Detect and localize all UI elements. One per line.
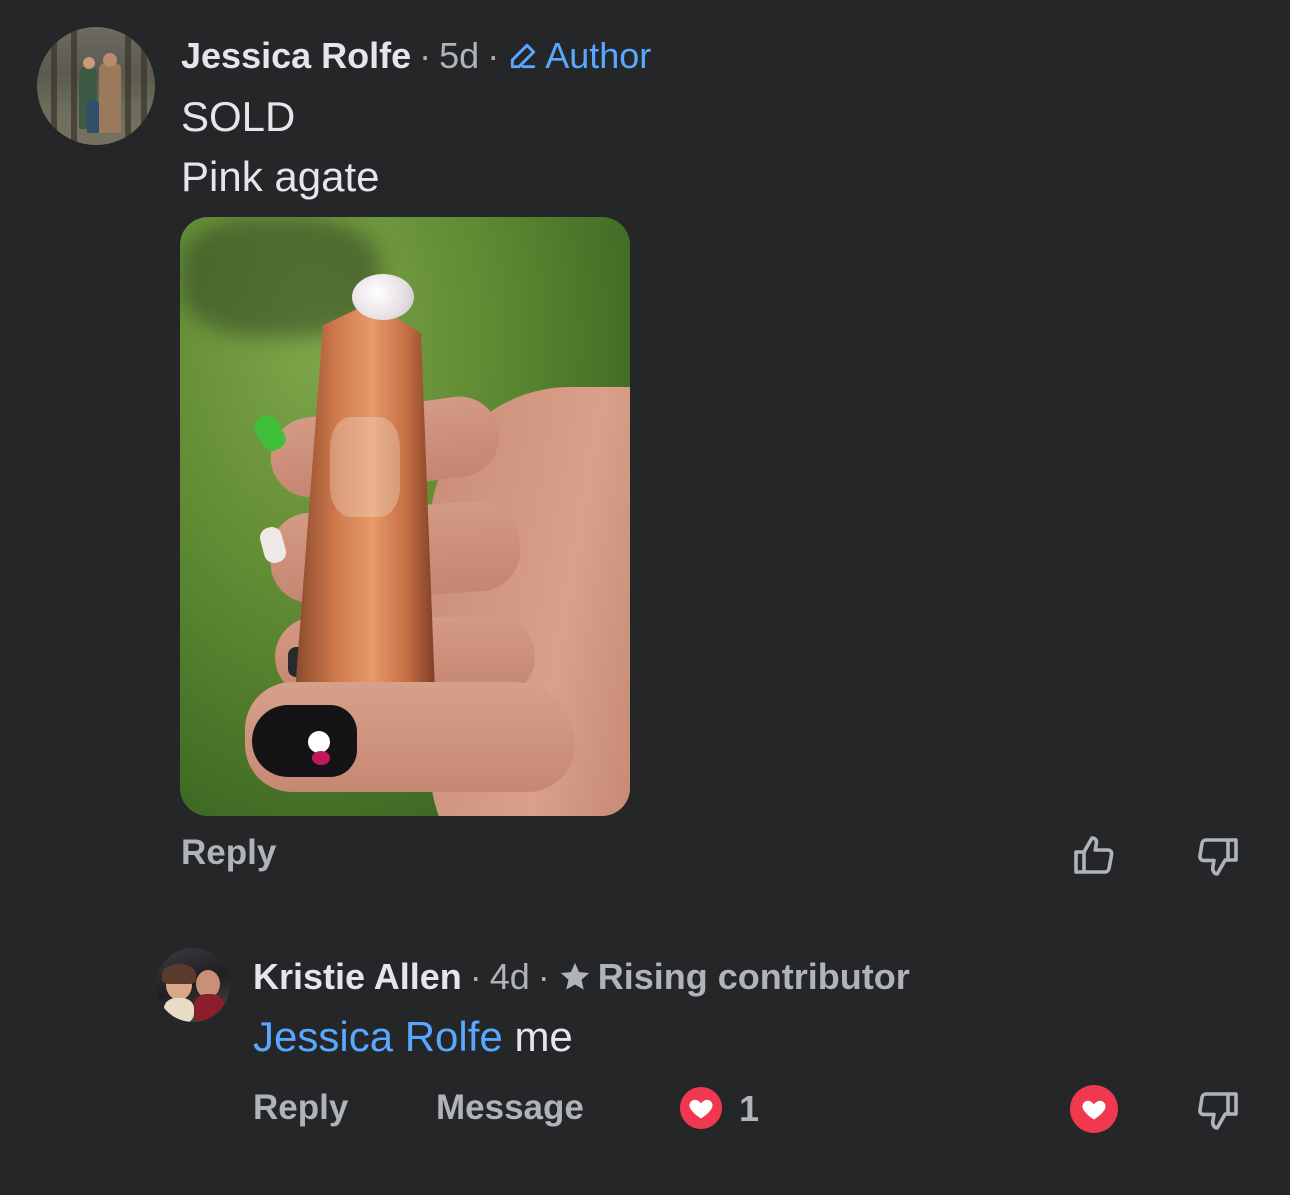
author-name[interactable]: Jessica Rolfe <box>181 35 411 77</box>
heart-icon[interactable] <box>1070 1085 1118 1133</box>
reply-text: Jessica Rolfe me <box>253 1013 573 1061</box>
reply-button[interactable]: Reply <box>253 1088 348 1128</box>
photo-nail <box>252 705 357 777</box>
star-icon <box>560 962 589 990</box>
separator-dot: · <box>537 956 550 997</box>
message-button[interactable]: Message <box>436 1088 584 1128</box>
reaction-heart-icon[interactable] <box>678 1085 724 1131</box>
contributor-badge: Rising contributor <box>558 956 910 998</box>
reply-message: me <box>514 1013 573 1060</box>
reaction-count: 1 <box>739 1088 760 1129</box>
thumbs-down-icon[interactable] <box>1192 830 1244 882</box>
timestamp[interactable]: 5d <box>439 35 479 77</box>
separator-dot: · <box>487 35 500 76</box>
reply-button[interactable]: Reply <box>181 833 276 873</box>
comment-text-line: Pink agate <box>181 153 380 200</box>
comment-text-line: SOLD <box>181 93 296 140</box>
pencil-icon <box>511 43 536 69</box>
comment-header: Jessica Rolfe · 5d · Author <box>181 34 651 78</box>
contributor-badge-label: Rising contributor <box>597 956 910 997</box>
timestamp[interactable]: 4d <box>490 956 530 998</box>
thumbs-down-icon[interactable] <box>1192 1084 1244 1136</box>
thumbs-up-icon[interactable] <box>1068 830 1120 882</box>
avatar[interactable] <box>156 948 230 1022</box>
reply-header: Kristie Allen · 4d · Rising contributor <box>253 955 910 999</box>
mention-link[interactable]: Jessica Rolfe <box>253 1013 503 1060</box>
separator-dot: · <box>419 35 432 76</box>
comment-photo[interactable] <box>180 217 630 816</box>
author-badge-label: Author <box>545 35 652 76</box>
separator-dot: · <box>469 956 482 997</box>
avatar[interactable] <box>37 27 155 145</box>
author-badge: Author <box>507 35 651 77</box>
author-name[interactable]: Kristie Allen <box>253 956 462 998</box>
